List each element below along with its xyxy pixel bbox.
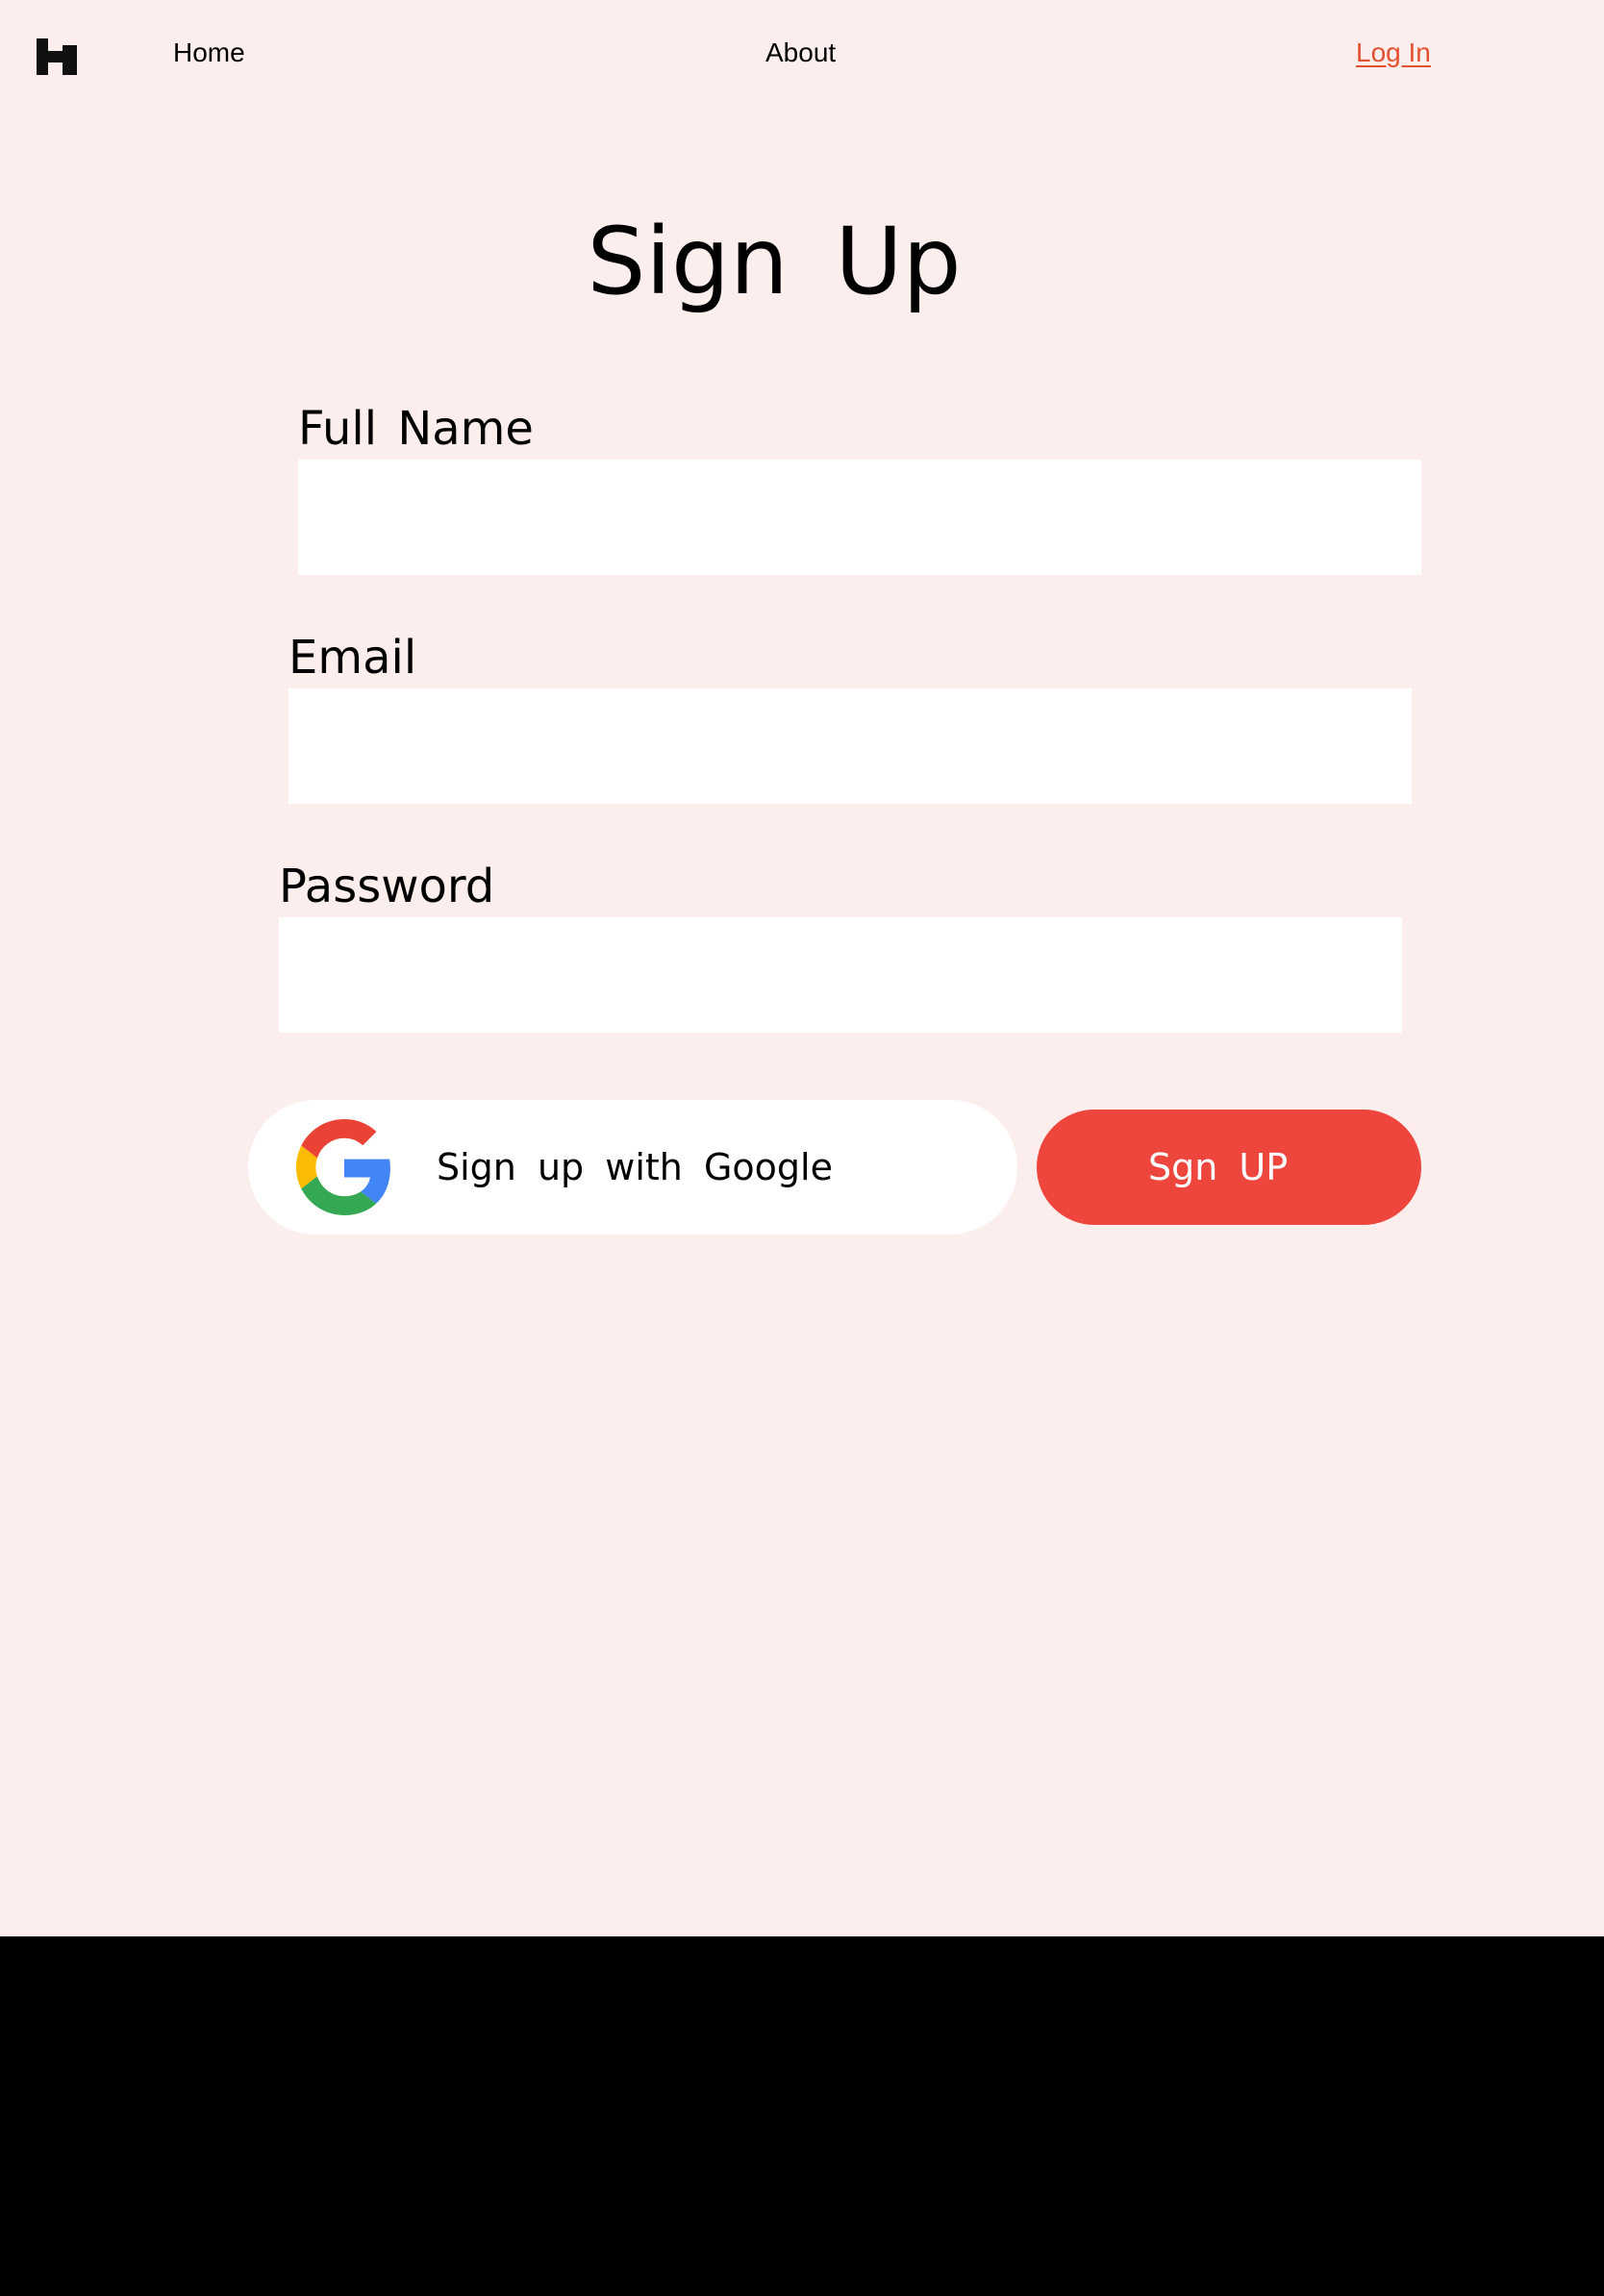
email-label: Email xyxy=(288,631,417,685)
nav-home-link[interactable]: Home xyxy=(173,37,245,69)
full-name-input[interactable] xyxy=(298,460,1421,575)
google-signup-button[interactable]: Sign up with Google xyxy=(248,1100,1017,1235)
brand-logo-icon[interactable] xyxy=(37,38,77,75)
signup-button[interactable]: Sgn UP xyxy=(1037,1110,1421,1225)
signup-button-label: Sgn UP xyxy=(1148,1146,1289,1188)
google-signup-label: Sign up with Google xyxy=(437,1146,833,1188)
password-input[interactable] xyxy=(279,917,1402,1033)
footer xyxy=(0,1936,1604,2296)
google-icon xyxy=(296,1119,390,1215)
nav-about-link[interactable]: About xyxy=(765,37,836,69)
password-label: Password xyxy=(279,860,495,913)
full-name-label: Full Name xyxy=(298,402,534,456)
page-title: Sign Up xyxy=(587,208,962,315)
email-input[interactable] xyxy=(288,688,1412,804)
nav-login-link[interactable]: Log In xyxy=(1356,37,1431,69)
